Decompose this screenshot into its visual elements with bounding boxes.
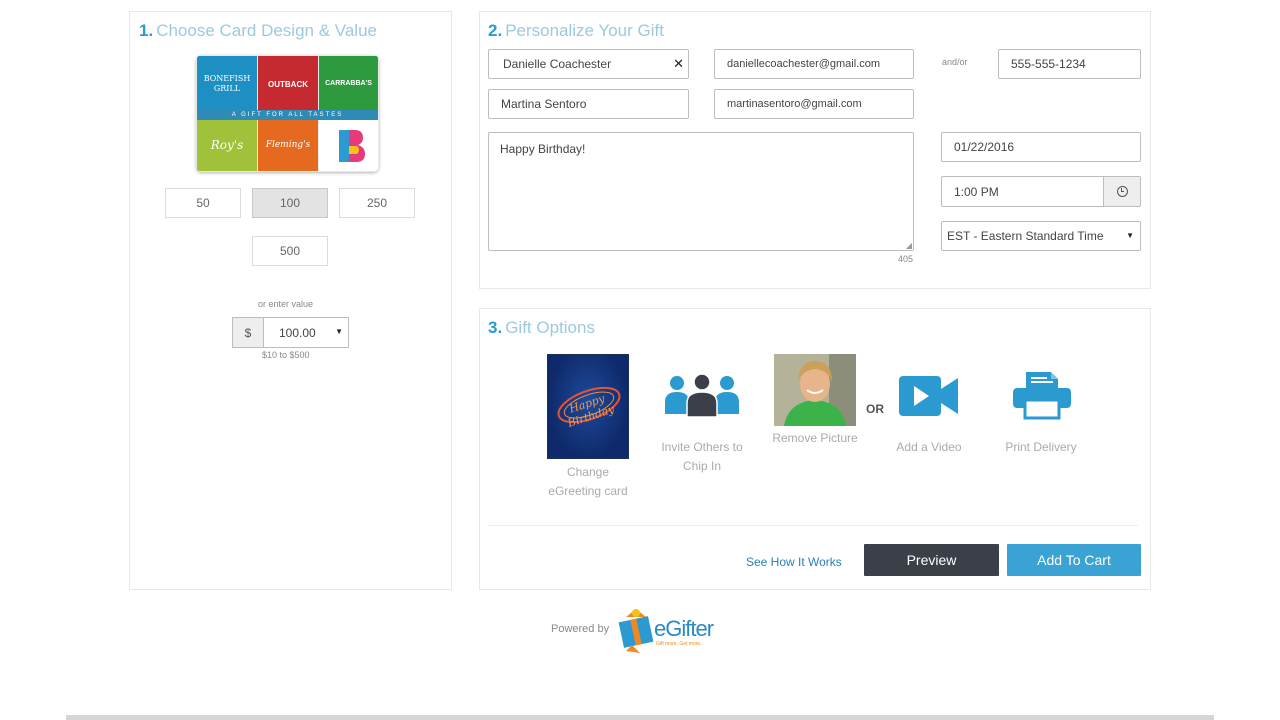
section2-number: 2.	[488, 21, 503, 40]
message-textarea[interactable]: Happy Birthday! ◢	[488, 132, 914, 251]
section2-title: 2. Personalize Your Gift	[488, 21, 664, 41]
options-divider	[488, 525, 1138, 526]
amount-50-button[interactable]: 50	[165, 188, 241, 218]
egifter-logo[interactable]: eGifter Gift more. Get more.	[618, 607, 734, 653]
egifter-wordmark: eGifter	[654, 616, 714, 641]
resize-handle-icon[interactable]: ◢	[906, 241, 912, 250]
see-how-it-works-link[interactable]: See How It Works	[746, 555, 842, 569]
gift-card-image[interactable]: BONEFISH GRILL OUTBACK CARRABBA'S A GIFT…	[196, 55, 379, 172]
change-greeting-label[interactable]: Change eGreeting card	[540, 463, 636, 501]
sender-email-field[interactable]: martinasentoro@gmail.com	[714, 89, 914, 119]
enter-value-label: or enter value	[258, 299, 314, 309]
recipient-email-field[interactable]: daniellecoachester@gmail.com	[714, 49, 914, 79]
powered-by-label: Powered by	[551, 623, 610, 635]
brand-tile-bloomin: B	[319, 120, 378, 171]
clock-icon	[1116, 186, 1128, 197]
date-field[interactable]: 01/22/2016	[941, 132, 1141, 162]
egifter-tagline: Gift more. Get more.	[656, 641, 702, 647]
section3-title: 3. Gift Options	[488, 318, 595, 338]
clear-icon[interactable]: ✕	[673, 56, 684, 72]
printer-icon[interactable]	[1011, 370, 1073, 420]
brand-tile-roys: Roy's	[197, 120, 257, 171]
group-icon[interactable]	[664, 372, 740, 418]
brand-tile-flemings: Fleming's	[258, 120, 318, 171]
custom-value-group: $ 100.00 ▼	[232, 317, 349, 348]
sender-name-field[interactable]: Martina Sentoro	[488, 89, 689, 119]
section1-title-text: Choose Card Design & Value	[156, 21, 377, 40]
amount-500-button[interactable]: 500	[252, 236, 328, 266]
section1-number: 1.	[139, 21, 154, 40]
preview-button[interactable]: Preview	[864, 544, 999, 576]
print-delivery-label[interactable]: Print Delivery	[996, 438, 1086, 457]
currency-addon: $	[233, 318, 264, 347]
or-separator: OR	[866, 402, 884, 416]
dropdown-arrow-icon: ▼	[1126, 231, 1134, 240]
recipient-name-field[interactable]: Danielle Coachester ✕	[488, 49, 689, 79]
amount-250-button[interactable]: 250	[339, 188, 415, 218]
amount-100-button[interactable]: 100	[252, 188, 328, 218]
brand-tile-outback: OUTBACK	[258, 56, 318, 112]
brand-tile-bonefish: BONEFISH GRILL	[197, 56, 257, 112]
remove-picture-label[interactable]: Remove Picture	[766, 429, 864, 448]
section3-title-text: Gift Options	[505, 318, 595, 337]
add-video-label[interactable]: Add a Video	[886, 438, 972, 457]
add-to-cart-button[interactable]: Add To Cart	[1007, 544, 1141, 576]
video-camera-icon[interactable]	[898, 374, 960, 418]
range-hint: $10 to $500	[262, 350, 310, 360]
timezone-select[interactable]: EST - Eastern Standard Time ▼	[941, 221, 1141, 251]
uploaded-photo[interactable]	[774, 354, 856, 426]
custom-value-select[interactable]: 100.00 ▼	[264, 318, 348, 347]
recipient-phone-field[interactable]: 555-555-1234	[998, 49, 1141, 79]
section2-title-text: Personalize Your Gift	[505, 21, 664, 40]
char-count: 405	[898, 254, 914, 264]
greeting-card-thumbnail[interactable]: Happy Birthday	[547, 354, 629, 459]
section3-number: 3.	[488, 318, 503, 337]
andor-label: and/or	[942, 57, 968, 67]
invite-others-label[interactable]: Invite Others to Chip In	[655, 438, 749, 476]
dropdown-arrow-icon: ▼	[335, 327, 343, 336]
card-banner: A GIFT FOR ALL TASTES	[197, 110, 378, 120]
section1-title: 1. Choose Card Design & Value	[139, 21, 377, 41]
horizontal-scrollbar[interactable]	[66, 715, 1214, 720]
clock-button[interactable]	[1103, 177, 1140, 206]
brand-tile-carrabbas: CARRABBA'S	[319, 56, 378, 112]
time-field[interactable]: 1:00 PM	[941, 176, 1141, 207]
